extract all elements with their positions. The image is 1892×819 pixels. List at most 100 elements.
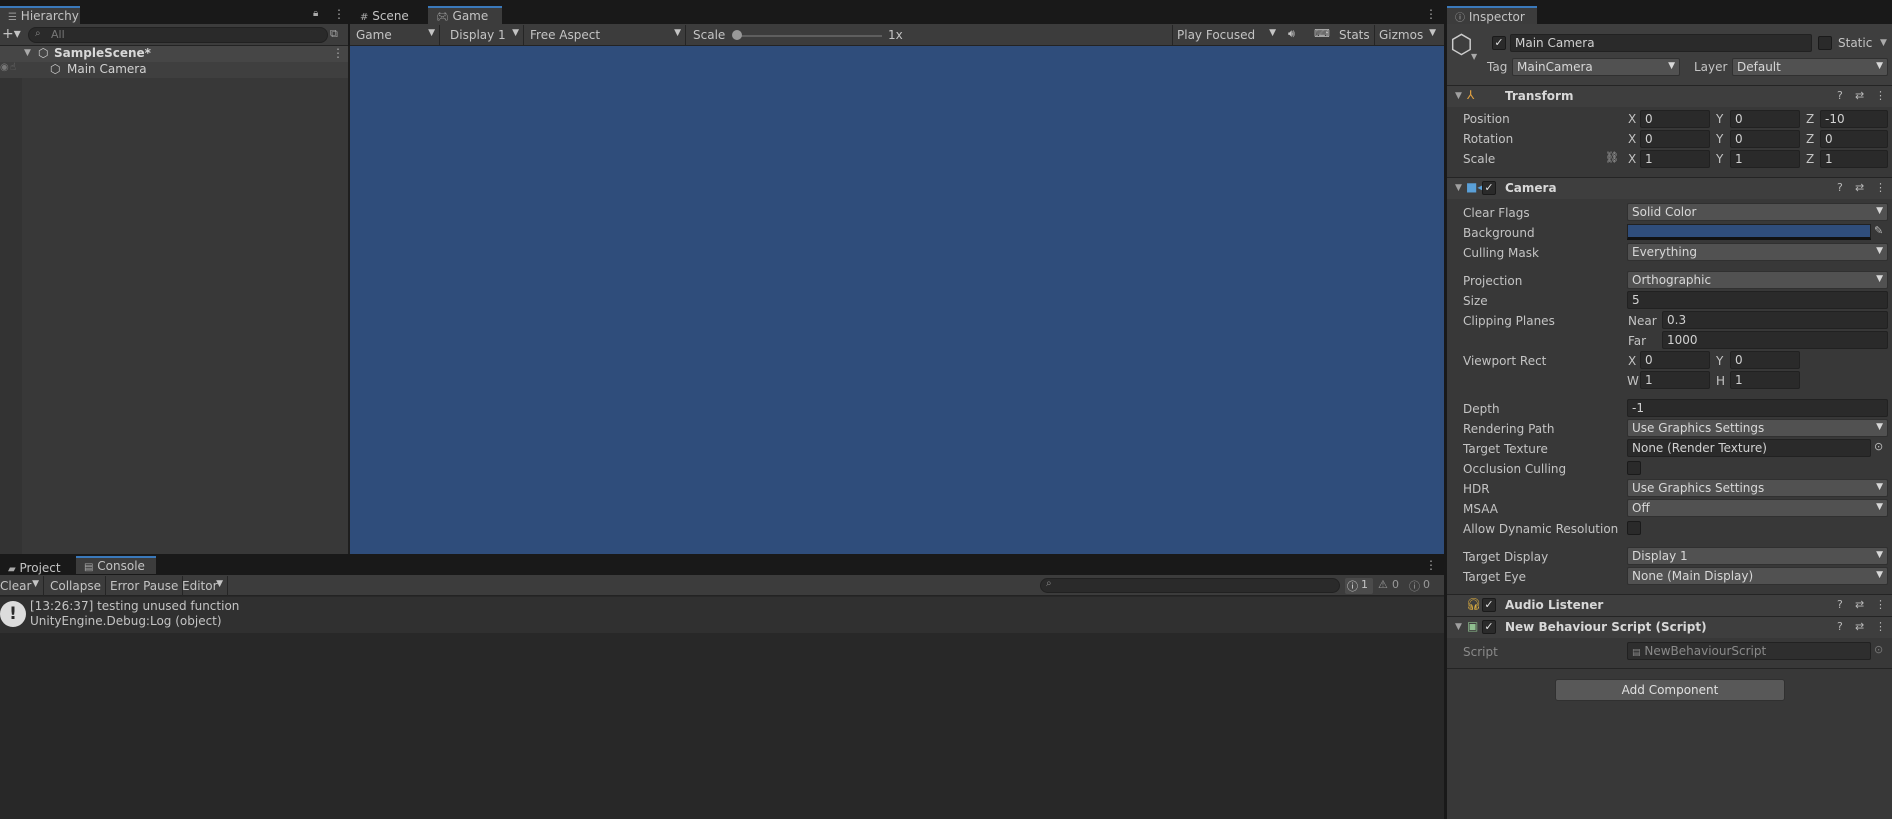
game-viewport[interactable] (350, 46, 1444, 554)
shortcuts-icon[interactable]: ⌨︎ (1314, 27, 1330, 40)
scale-y-field[interactable]: 1 (1730, 150, 1800, 168)
component-menu-icon[interactable]: ⋮ (1875, 89, 1886, 102)
console-entry[interactable]: ! [13:26:37] testing unused function Uni… (0, 597, 1444, 633)
help-icon[interactable]: ? (1837, 620, 1843, 633)
search-by-type-icon[interactable]: ⧉ (330, 27, 338, 41)
scale-slider-thumb[interactable] (732, 30, 742, 40)
camera-enabled-checkbox[interactable]: ✓ (1482, 181, 1496, 195)
script-component-header[interactable]: ▼ ▣ ✓ New Behaviour Script (Script) ? ⇄ … (1447, 616, 1892, 638)
preset-icon[interactable]: ⇄ (1855, 181, 1864, 194)
chevron-down-icon[interactable]: ▼ (1880, 38, 1887, 48)
object-name-field[interactable]: Main Camera (1510, 34, 1812, 52)
pick-icon[interactable]: ☝︎ (10, 62, 16, 73)
foldout-icon[interactable]: ▼ (1455, 183, 1462, 193)
rendering-path-dropdown[interactable]: Use Graphics Settings ▼ (1627, 419, 1888, 437)
tab-scene[interactable]: # Scene (352, 6, 422, 24)
component-menu-icon[interactable]: ⋮ (1875, 620, 1886, 633)
error-pause-button[interactable]: Error Pause (106, 576, 184, 596)
clear-flags-dropdown[interactable]: Solid Color ▼ (1627, 203, 1888, 221)
help-icon[interactable]: ? (1837, 89, 1843, 102)
game-view-dropdown[interactable]: Game ▼ (352, 25, 440, 45)
size-field[interactable]: 5 (1627, 291, 1888, 309)
mute-audio-icon[interactable]: 🔊︎ (1288, 27, 1295, 41)
foldout-icon[interactable]: ▼ (24, 48, 31, 58)
audio-listener-header[interactable]: 🎧︎ ✓ Audio Listener ? ⇄ ⋮ (1447, 594, 1892, 616)
scene-menu-icon[interactable]: ⋮ (332, 46, 344, 60)
eyedropper-icon[interactable]: ✎ (1874, 224, 1883, 237)
viewport-x-field[interactable]: 0 (1640, 351, 1710, 369)
depth-field[interactable]: -1 (1627, 399, 1888, 417)
help-icon[interactable]: ? (1837, 181, 1843, 194)
hierarchy-item-main-camera[interactable]: ◉ ☝︎ ⬡ Main Camera (0, 62, 348, 78)
clear-button[interactable]: Clear ▼ (0, 576, 44, 596)
error-count-toggle[interactable]: ⓘ 0 (1407, 578, 1437, 594)
layer-dropdown[interactable]: Default ▼ (1732, 58, 1888, 76)
hdr-dropdown[interactable]: Use Graphics Settings ▼ (1627, 479, 1888, 497)
tab-hierarchy[interactable]: ☰ Hierarchy (0, 6, 80, 24)
projection-dropdown[interactable]: Orthographic ▼ (1627, 271, 1888, 289)
component-menu-icon[interactable]: ⋮ (1875, 598, 1886, 611)
viewport-h-field[interactable]: 1 (1730, 371, 1800, 389)
console-search[interactable]: ⌕ (1040, 578, 1340, 593)
position-y-field[interactable]: 0 (1730, 110, 1800, 128)
info-count-toggle[interactable]: ⓘ 1 (1345, 578, 1373, 594)
rotation-x-field[interactable]: 0 (1640, 130, 1710, 148)
scale-slider[interactable] (734, 35, 882, 37)
culling-mask-dropdown[interactable]: Everything ▼ (1627, 243, 1888, 261)
preset-icon[interactable]: ⇄ (1855, 598, 1864, 611)
preset-icon[interactable]: ⇄ (1855, 620, 1864, 633)
hierarchy-search[interactable]: ⌕ All (28, 27, 328, 43)
foldout-icon[interactable]: ▼ (1455, 622, 1462, 632)
dynamic-resolution-checkbox[interactable] (1627, 521, 1641, 535)
tab-inspector[interactable]: ⓘ Inspector (1447, 6, 1537, 24)
static-checkbox[interactable] (1818, 36, 1832, 50)
msaa-dropdown[interactable]: Off ▼ (1627, 499, 1888, 517)
active-checkbox[interactable]: ✓ (1492, 36, 1506, 50)
aspect-dropdown[interactable]: Free Aspect ▼ (526, 25, 686, 45)
preset-icon[interactable]: ⇄ (1855, 89, 1864, 102)
rotation-y-field[interactable]: 0 (1730, 130, 1800, 148)
kebab-menu-icon[interactable]: ⋮ (333, 7, 345, 21)
lock-icon[interactable]: 🔒︎ (313, 8, 318, 19)
viewport-w-field[interactable]: 1 (1640, 371, 1710, 389)
tab-game[interactable]: 🎮︎ Game (428, 6, 502, 24)
stats-button[interactable]: Stats (1335, 25, 1374, 45)
component-menu-icon[interactable]: ⋮ (1875, 181, 1886, 194)
help-icon[interactable]: ? (1837, 598, 1843, 611)
audio-listener-enabled-checkbox[interactable]: ✓ (1482, 598, 1496, 612)
link-icon[interactable]: ⛓︎ (1605, 151, 1619, 164)
camera-header[interactable]: ▼ ■◂ ✓ Camera ? ⇄ ⋮ (1447, 177, 1892, 199)
foldout-icon[interactable]: ▼ (1455, 91, 1462, 101)
position-z-field[interactable]: -10 (1820, 110, 1888, 128)
target-texture-field[interactable]: None (Render Texture) (1627, 439, 1871, 457)
viewport-y-field[interactable]: 0 (1730, 351, 1800, 369)
target-eye-dropdown[interactable]: None (Main Display) ▼ (1627, 567, 1888, 585)
visibility-icon[interactable]: ◉ (0, 62, 9, 73)
add-component-button[interactable]: Add Component (1555, 679, 1785, 701)
tag-dropdown[interactable]: MainCamera ▼ (1512, 58, 1680, 76)
occlusion-culling-checkbox[interactable] (1627, 461, 1641, 475)
center-kebab-icon[interactable]: ⋮ (1425, 7, 1437, 21)
rotation-z-field[interactable]: 0 (1820, 130, 1888, 148)
editor-dropdown[interactable]: Editor ▼ (178, 576, 228, 596)
script-field[interactable]: ▤ NewBehaviourScript (1627, 642, 1871, 660)
transform-header[interactable]: ▼ ⅄ Transform ? ⇄ ⋮ (1447, 85, 1892, 107)
object-picker-icon[interactable]: ⊙ (1874, 440, 1883, 453)
console-kebab-icon[interactable]: ⋮ (1425, 558, 1437, 572)
gizmos-dropdown[interactable]: Gizmos ▼ (1374, 25, 1440, 45)
near-field[interactable]: 0.3 (1662, 311, 1888, 329)
collapse-button[interactable]: Collapse (46, 576, 106, 596)
warning-count-toggle[interactable]: ⚠︎ 0 (1376, 578, 1404, 594)
script-enabled-checkbox[interactable]: ✓ (1482, 620, 1496, 634)
target-display-dropdown[interactable]: Display 1 ▼ (1627, 547, 1888, 565)
far-field[interactable]: 1000 (1662, 331, 1888, 349)
position-x-field[interactable]: 0 (1640, 110, 1710, 128)
play-mode-dropdown[interactable]: Play Focused ▼ (1172, 25, 1280, 45)
scale-z-field[interactable]: 1 (1820, 150, 1888, 168)
add-icon[interactable]: +▾ (2, 26, 21, 42)
tab-console[interactable]: ▤ Console (76, 556, 156, 574)
chevron-down-icon[interactable]: ▼ (1471, 52, 1477, 61)
background-color-field[interactable] (1627, 224, 1871, 240)
display-dropdown[interactable]: Display 1 ▼ (446, 25, 524, 45)
scene-row[interactable]: ▼ ⬡ SampleScene* ⋮ (0, 46, 348, 62)
